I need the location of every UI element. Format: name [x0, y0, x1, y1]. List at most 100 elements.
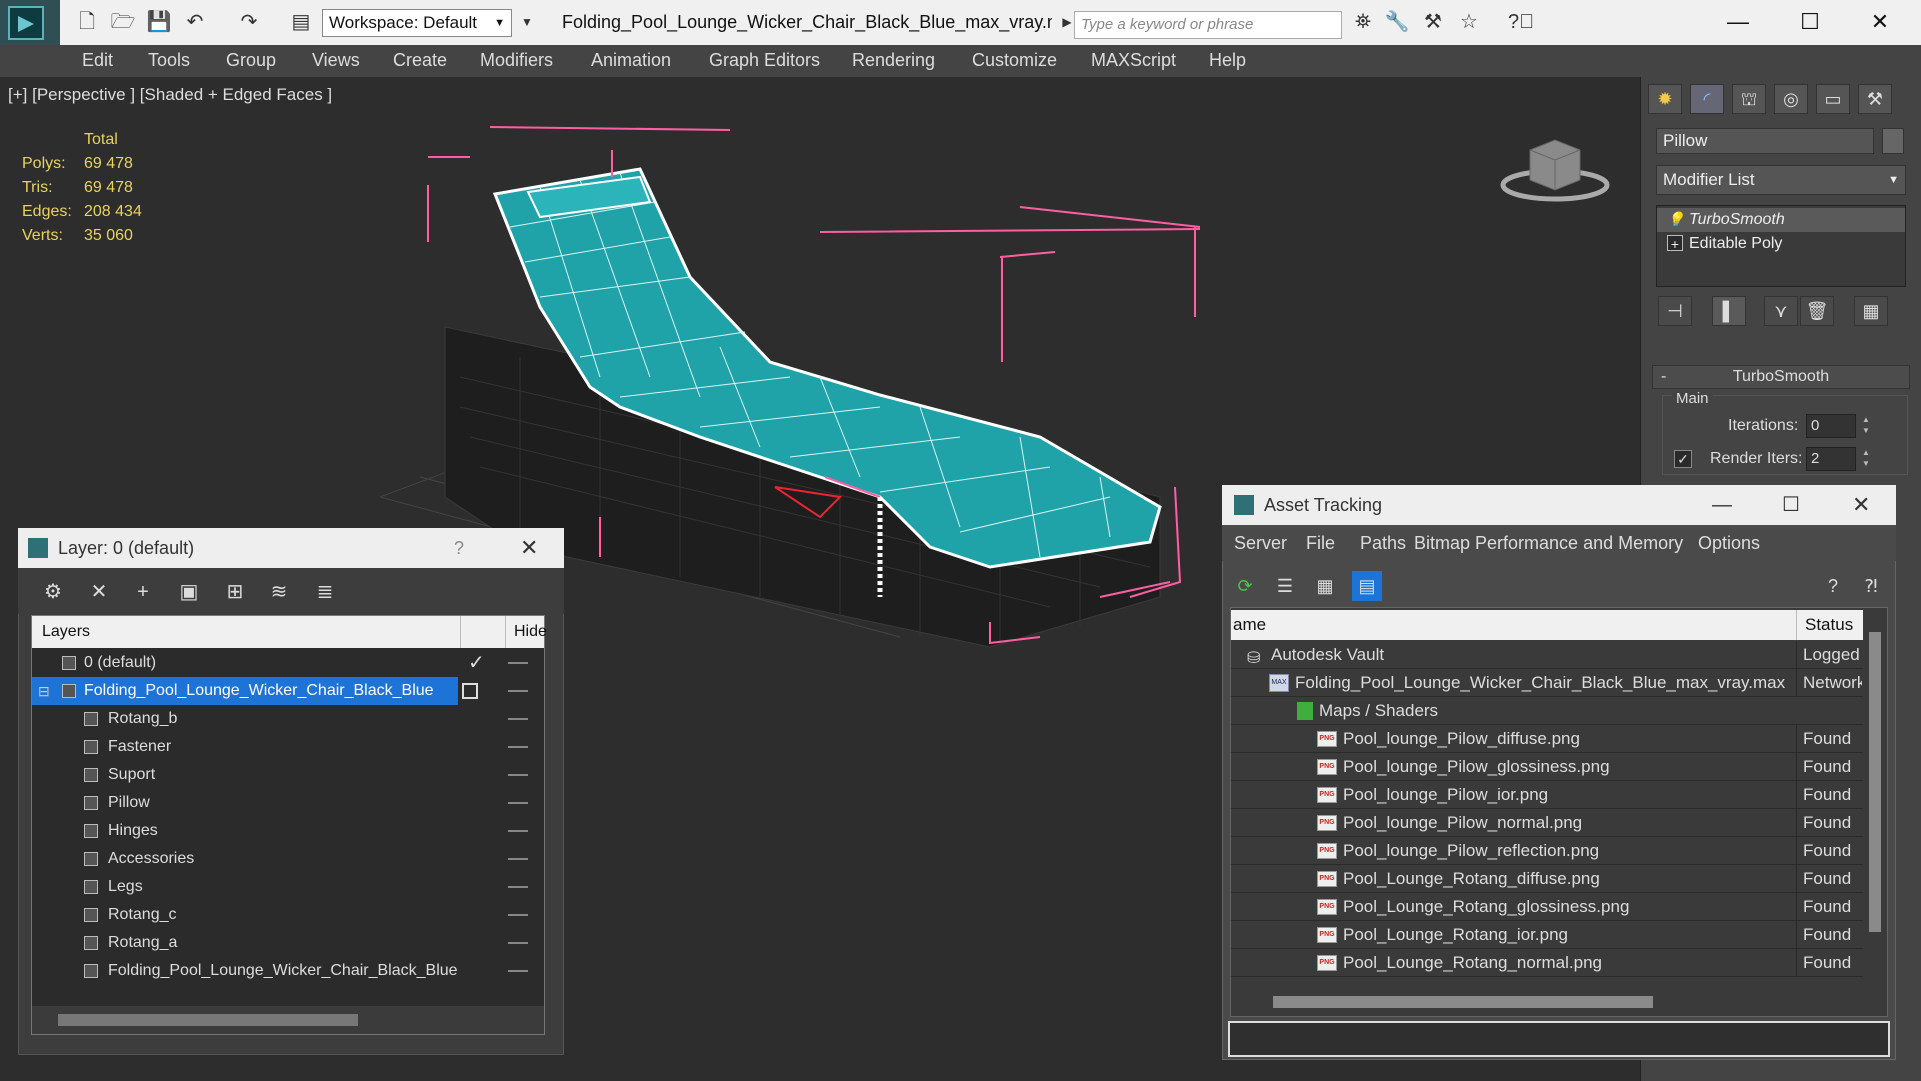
- configure-modifier-sets-icon[interactable]: ▦: [1854, 296, 1888, 326]
- stack-item-editable-poly[interactable]: + Editable Poly: [1657, 232, 1905, 256]
- project-folder-icon[interactable]: ▤: [288, 9, 314, 35]
- save-icon[interactable]: 💾: [146, 9, 172, 35]
- asset-row[interactable]: Maps / Shaders: [1231, 697, 1863, 725]
- add-layer-icon[interactable]: +: [128, 578, 158, 606]
- set-current-layer-box[interactable]: [462, 683, 478, 699]
- display-tab-icon[interactable]: ▭: [1816, 84, 1850, 114]
- column-status[interactable]: Status: [1796, 610, 1853, 640]
- layer-row[interactable]: Hinges: [32, 817, 544, 845]
- asset-menu-bitmap-performance[interactable]: Bitmap Performance and Memory: [1414, 533, 1683, 554]
- asset-vertical-scrollbar[interactable]: [1865, 632, 1885, 984]
- workspace-dropdown[interactable]: Workspace: Default ▼: [322, 9, 512, 37]
- maximize-icon[interactable]: ☐: [1782, 485, 1800, 525]
- help-button[interactable]: ?: [454, 528, 464, 568]
- utilities-tab-icon[interactable]: ⚒: [1858, 84, 1892, 114]
- hide-toggle-icon[interactable]: [508, 970, 528, 972]
- layer-horizontal-scrollbar[interactable]: [32, 1006, 544, 1034]
- menu-maxscript[interactable]: MAXScript: [1091, 50, 1176, 71]
- asset-row[interactable]: MAX Folding_Pool_Lounge_Wicker_Chair_Blac…: [1231, 669, 1863, 697]
- menu-customize[interactable]: Customize: [972, 50, 1057, 71]
- asset-row[interactable]: PNG Pool_lounge_Pilow_glossiness.png Found: [1231, 753, 1863, 781]
- refresh-icon[interactable]: ⟳: [1230, 571, 1260, 601]
- menu-tools[interactable]: Tools: [148, 50, 190, 71]
- thumbnail-view-icon[interactable]: ▦: [1310, 571, 1340, 601]
- layer-row[interactable]: Rotang_b: [32, 705, 544, 733]
- new-file-icon[interactable]: 🗋: [74, 9, 100, 35]
- menu-modifiers[interactable]: Modifiers: [480, 50, 553, 71]
- hide-toggle-icon[interactable]: [508, 886, 528, 888]
- scrollbar-thumb[interactable]: [1273, 996, 1653, 1008]
- scrollbar-thumb[interactable]: [1869, 632, 1881, 932]
- minimize-icon[interactable]: —: [1712, 485, 1732, 525]
- asset-row[interactable]: PNG Pool_lounge_Pilow_reflection.png Found: [1231, 837, 1863, 865]
- hide-toggle-icon[interactable]: [508, 942, 528, 944]
- menu-animation[interactable]: Animation: [591, 50, 671, 71]
- menu-views[interactable]: Views: [312, 50, 360, 71]
- object-name-field[interactable]: Pillow: [1656, 128, 1874, 154]
- context-help-icon[interactable]: ⁈: [1856, 571, 1886, 601]
- redo-icon[interactable]: ↷: [236, 9, 262, 35]
- layer-row[interactable]: Folding_Pool_Lounge_Wicker_Chair_Black_B…: [32, 957, 544, 985]
- layer-row-selected[interactable]: ⊟ Folding_Pool_Lounge_Wicker_Chair_Black…: [32, 677, 544, 705]
- select-objects-icon[interactable]: ⊞: [220, 578, 250, 606]
- menu-group[interactable]: Group: [226, 50, 276, 71]
- undo-icon[interactable]: ↶: [182, 9, 208, 35]
- menu-edit[interactable]: Edit: [82, 50, 113, 71]
- list-view-icon[interactable]: ☰: [1270, 571, 1300, 601]
- lightbulb-icon[interactable]: 💡: [1667, 211, 1684, 227]
- hide-layers-icon[interactable]: ≣: [310, 578, 340, 606]
- layer-row[interactable]: Suport: [32, 761, 544, 789]
- asset-window-titlebar[interactable]: Asset Tracking — ☐ ✕: [1222, 485, 1896, 525]
- make-unique-icon[interactable]: ⋎: [1764, 296, 1798, 326]
- asset-menu-options[interactable]: Options: [1698, 533, 1760, 554]
- object-color-swatch[interactable]: [1882, 128, 1904, 154]
- render-iters-spinner-arrows[interactable]: ▲ ▼: [1860, 447, 1872, 471]
- scrollbar-thumb[interactable]: [58, 1014, 358, 1026]
- layer-row[interactable]: Accessories: [32, 845, 544, 873]
- hide-toggle-icon[interactable]: [508, 662, 528, 664]
- highlight-layer-icon[interactable]: ≋: [264, 578, 294, 606]
- hide-toggle-icon[interactable]: [508, 774, 528, 776]
- asset-row[interactable]: PNG Pool_lounge_Pilow_ior.png Found: [1231, 781, 1863, 809]
- help-question-icon[interactable]: ?: [1818, 571, 1848, 601]
- expand-plus-icon[interactable]: +: [1667, 235, 1683, 252]
- column-name[interactable]: ame: [1233, 610, 1266, 640]
- layer-row[interactable]: 0 (default) ✓: [32, 649, 544, 677]
- close-button[interactable]: ✕: [1852, 6, 1908, 38]
- hide-toggle-icon[interactable]: [508, 858, 528, 860]
- close-icon[interactable]: ✕: [520, 528, 538, 568]
- communication-icon[interactable]: ⚒: [1420, 9, 1446, 35]
- asset-menu-server[interactable]: Server: [1234, 533, 1287, 554]
- asset-row[interactable]: PNG Pool_lounge_Pilow_normal.png Found: [1231, 809, 1863, 837]
- hierarchy-tab-icon[interactable]: ⛫: [1732, 84, 1766, 114]
- app-logo-button[interactable]: [0, 0, 60, 45]
- asset-horizontal-scrollbar[interactable]: [1231, 990, 1865, 1014]
- menu-help[interactable]: Help: [1209, 50, 1246, 71]
- turbosmooth-rollout-header[interactable]: - TurboSmooth: [1652, 365, 1910, 389]
- hide-toggle-icon[interactable]: [508, 802, 528, 804]
- layer-row[interactable]: Rotang_c: [32, 901, 544, 929]
- render-iters-spinner[interactable]: 2: [1806, 447, 1856, 471]
- column-layers[interactable]: Layers: [42, 616, 90, 648]
- asset-row[interactable]: PNG Pool_Lounge_Rotang_diffuse.png Found: [1231, 865, 1863, 893]
- tools-icon[interactable]: 🔧: [1384, 9, 1410, 35]
- asset-menu-file[interactable]: File: [1306, 533, 1335, 554]
- favorites-star-icon[interactable]: ☆: [1456, 9, 1482, 35]
- iterations-spinner-arrows[interactable]: ▲ ▼: [1860, 414, 1872, 438]
- asset-status-field[interactable]: [1228, 1021, 1890, 1057]
- iterations-spinner[interactable]: 0: [1806, 414, 1856, 438]
- motion-tab-icon[interactable]: ◎: [1774, 84, 1808, 114]
- close-icon[interactable]: ✕: [1852, 485, 1870, 525]
- render-iters-checkbox[interactable]: ✓: [1674, 450, 1692, 468]
- asset-row[interactable]: PNG Pool_lounge_Pilow_diffuse.png Found: [1231, 725, 1863, 753]
- hide-toggle-icon[interactable]: [508, 914, 528, 916]
- show-end-result-icon[interactable]: ▌: [1712, 296, 1746, 326]
- hide-toggle-icon[interactable]: [508, 830, 528, 832]
- layer-settings-icon[interactable]: ⚙: [38, 578, 68, 606]
- hide-toggle-icon[interactable]: [508, 746, 528, 748]
- viewcube-icon[interactable]: [1500, 130, 1610, 210]
- add-selection-icon[interactable]: ▣: [174, 578, 204, 606]
- remove-modifier-icon[interactable]: 🗑: [1800, 296, 1834, 326]
- workspace-menu-icon[interactable]: ▼: [514, 9, 540, 35]
- viewport-label[interactable]: [+] [Perspective ] [Shaded + Edged Faces…: [8, 85, 332, 105]
